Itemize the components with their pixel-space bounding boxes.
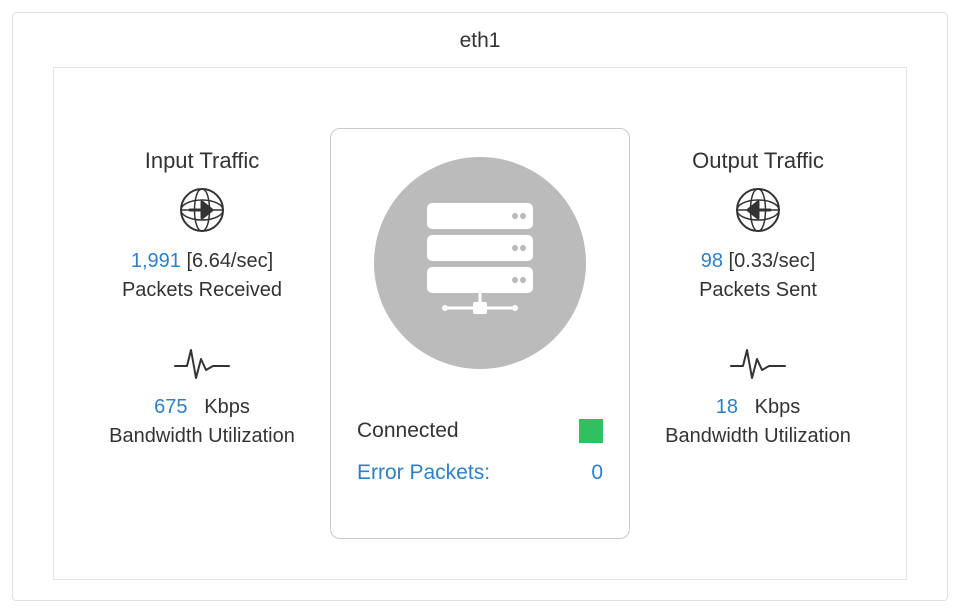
pulse-icon <box>173 344 231 382</box>
status-indicator-icon <box>579 419 603 443</box>
connection-status-row: Connected <box>351 419 609 443</box>
input-bandwidth-stat: 675 Kbps <box>154 396 250 419</box>
center-column: Connected Error Packets: 0 <box>330 128 630 539</box>
connection-status-label: Connected <box>357 419 459 443</box>
output-packets-stat: 98 [0.33/sec] <box>701 250 816 273</box>
output-packets-label: Packets Sent <box>699 279 817 302</box>
output-traffic-title: Output Traffic <box>692 148 824 174</box>
globe-arrow-right-icon <box>178 186 226 234</box>
output-bandwidth-value: 18 <box>716 396 738 418</box>
metrics-container: Input Traffic 1,991 [6.64/sec] Packets R… <box>53 67 907 580</box>
status-card: Connected Error Packets: 0 <box>330 128 630 539</box>
input-bandwidth-unit: Kbps <box>204 396 250 418</box>
input-packets-label: Packets Received <box>122 279 282 302</box>
input-packets-rate: [6.64/sec] <box>186 250 273 272</box>
interface-title: eth1 <box>13 13 947 67</box>
globe-arrow-left-icon <box>734 186 782 234</box>
server-icon <box>374 157 586 369</box>
error-packets-value: 0 <box>591 461 603 485</box>
input-bandwidth-value: 675 <box>154 396 187 418</box>
interface-panel: eth1 Input Traffic 1,991 [6.64/sec] Pack… <box>12 12 948 601</box>
output-packets-rate: [0.33/sec] <box>729 250 816 272</box>
output-bandwidth-unit: Kbps <box>755 396 801 418</box>
error-packets-label: Error Packets: <box>357 461 490 485</box>
input-packets-stat: 1,991 [6.64/sec] <box>131 250 273 273</box>
input-traffic-column: Input Traffic 1,991 [6.64/sec] Packets R… <box>74 128 330 539</box>
output-bandwidth-stat: 18 Kbps <box>716 396 801 419</box>
input-traffic-title: Input Traffic <box>145 148 260 174</box>
output-bandwidth-label: Bandwidth Utilization <box>665 425 851 448</box>
input-bandwidth-label: Bandwidth Utilization <box>109 425 295 448</box>
output-packets-value: 98 <box>701 250 723 272</box>
error-packets-row: Error Packets: 0 <box>351 461 609 485</box>
output-traffic-column: Output Traffic 98 [0.33/sec] Packets Sen… <box>630 128 886 539</box>
input-packets-value: 1,991 <box>131 250 181 272</box>
pulse-icon <box>729 344 787 382</box>
